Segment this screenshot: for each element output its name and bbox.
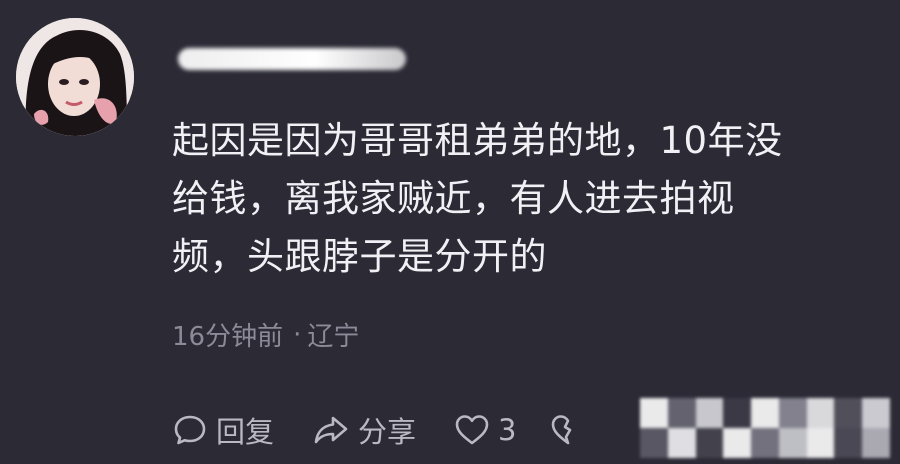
share-arrow-icon	[314, 416, 348, 444]
username-redacted	[178, 48, 406, 70]
reply-button[interactable]: 回复	[172, 409, 274, 451]
comment-line: 起因是因为哥哥租弟弟的地，10年没	[172, 119, 783, 162]
meta-separator: ·	[293, 319, 302, 350]
redacted-mosaic	[640, 398, 890, 458]
reply-label: 回复	[216, 415, 275, 449]
dislike-button[interactable]	[550, 413, 586, 447]
share-label: 分享	[358, 415, 417, 449]
share-button[interactable]: 分享	[312, 409, 416, 451]
like-button[interactable]: 3	[454, 413, 516, 447]
comment-actions: 回复 分享 3	[172, 406, 586, 454]
heart-icon	[455, 415, 489, 445]
comment-meta: 16分钟前 · 辽宁	[172, 316, 359, 353]
comment-line: 频，头跟脖子是分开的	[172, 235, 547, 278]
comment-location: 辽宁	[307, 322, 360, 352]
broken-heart-icon	[552, 415, 572, 445]
like-count: 3	[498, 413, 517, 447]
comment-time: 16分钟前	[172, 322, 284, 352]
comment-body: 起因是因为哥哥租弟弟的地，10年没 给钱，离我家贼近，有人进去拍视 频，头跟脖子…	[172, 112, 872, 286]
comment-bubble-icon	[174, 415, 206, 445]
avatar-portrait-image	[16, 18, 134, 136]
comment-card: 起因是因为哥哥租弟弟的地，10年没 给钱，离我家贼近，有人进去拍视 频，头跟脖子…	[0, 0, 900, 464]
avatar[interactable]	[16, 18, 134, 136]
comment-line: 给钱，离我家贼近，有人进去拍视	[172, 177, 735, 220]
